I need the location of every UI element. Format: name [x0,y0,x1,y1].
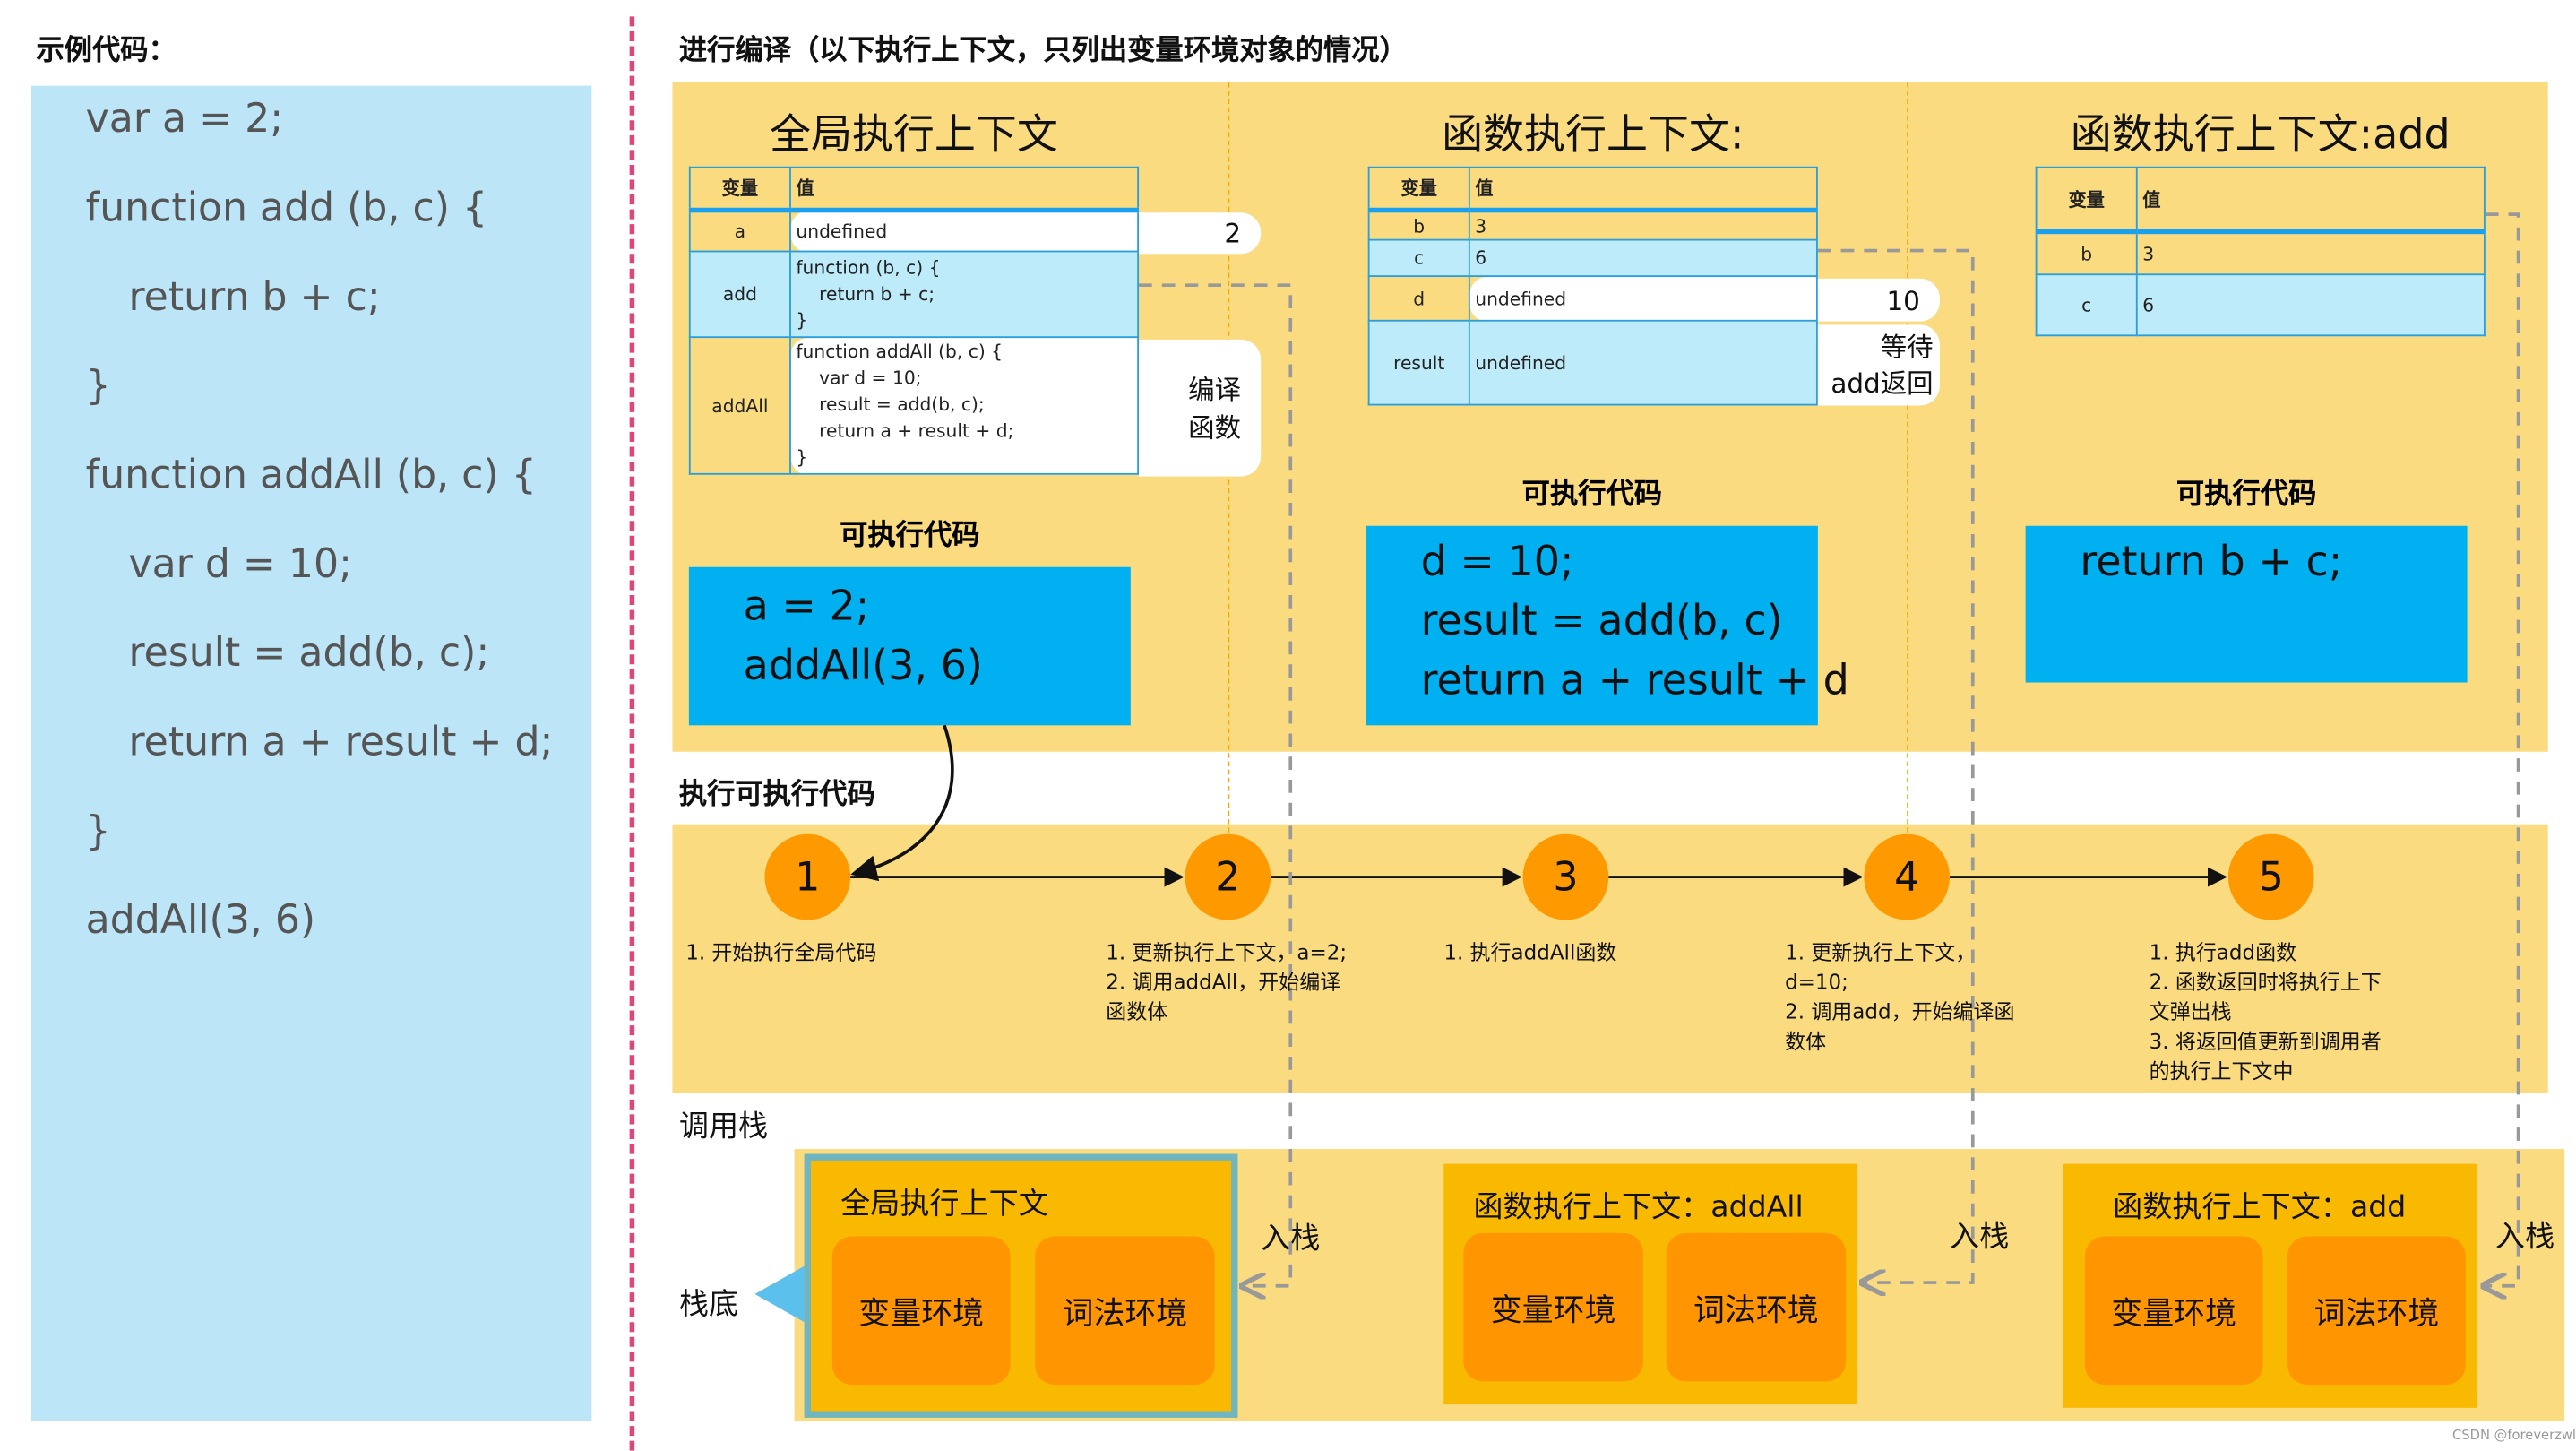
lexical-environment: 词法环境 [1035,1236,1215,1386]
push-dashed-line [1817,248,1975,1283]
lexical-environment: 词法环境 [2287,1236,2466,1386]
lexical-environment: 词法环境 [1666,1232,1847,1382]
step-circle: 3 [1522,833,1609,920]
stack-bottom-label: 栈底 [678,1287,739,1323]
stack-frame-addall: 函数执行上下文：addAll 变量环境 词法环境 [1443,1163,1858,1405]
step-description: 1. 开始执行全局代码 [685,939,877,965]
step-description: 1. 更新执行上下文，a=2; 2. 调用addAll，开始编译 函数体 [1106,939,1348,1024]
variable-environment: 变量环境 [831,1236,1011,1386]
push-label: 入栈 [1261,1221,1321,1257]
frame-title: 函数执行上下文：addAll [1473,1190,1804,1225]
callstack-title: 调用栈 [678,1109,769,1144]
variable-environment: 变量环境 [1463,1232,1643,1382]
step-description: 1. 更新执行上下文， d=10; 2. 调用add，开始编译函 数体 [1785,939,2015,1054]
stack-bottom-pointer [754,1265,805,1323]
step-circle: 2 [1185,833,1271,920]
frame-title: 函数执行上下文：add [2113,1190,2407,1225]
variable-environment: 变量环境 [2084,1236,2263,1386]
step-circle: 5 [2227,833,2314,920]
step-description: 1. 执行add函数 2. 函数返回时将执行上下 文弹出栈 3. 将返回值更新到… [2149,939,2382,1084]
step-circle: 4 [1864,833,1951,920]
frame-title: 全局执行上下文 [840,1187,1048,1222]
push-label: 入栈 [1950,1220,2010,1255]
curved-arrow [850,724,954,882]
push-label: 入栈 [2494,1220,2555,1255]
push-dashed-line [2484,212,2520,1286]
watermark: CSDN @foreverzwl [2452,1427,2576,1443]
stack-frame-global: 全局执行上下文 变量环境 词法环境 [804,1153,1238,1418]
stack-frame-add: 函数执行上下文：add 变量环境 词法环境 [2063,1163,2477,1408]
step-circle: 1 [764,833,851,920]
step-description: 1. 执行addAll函数 [1443,939,1617,965]
push-dashed-line [1139,283,1293,1286]
